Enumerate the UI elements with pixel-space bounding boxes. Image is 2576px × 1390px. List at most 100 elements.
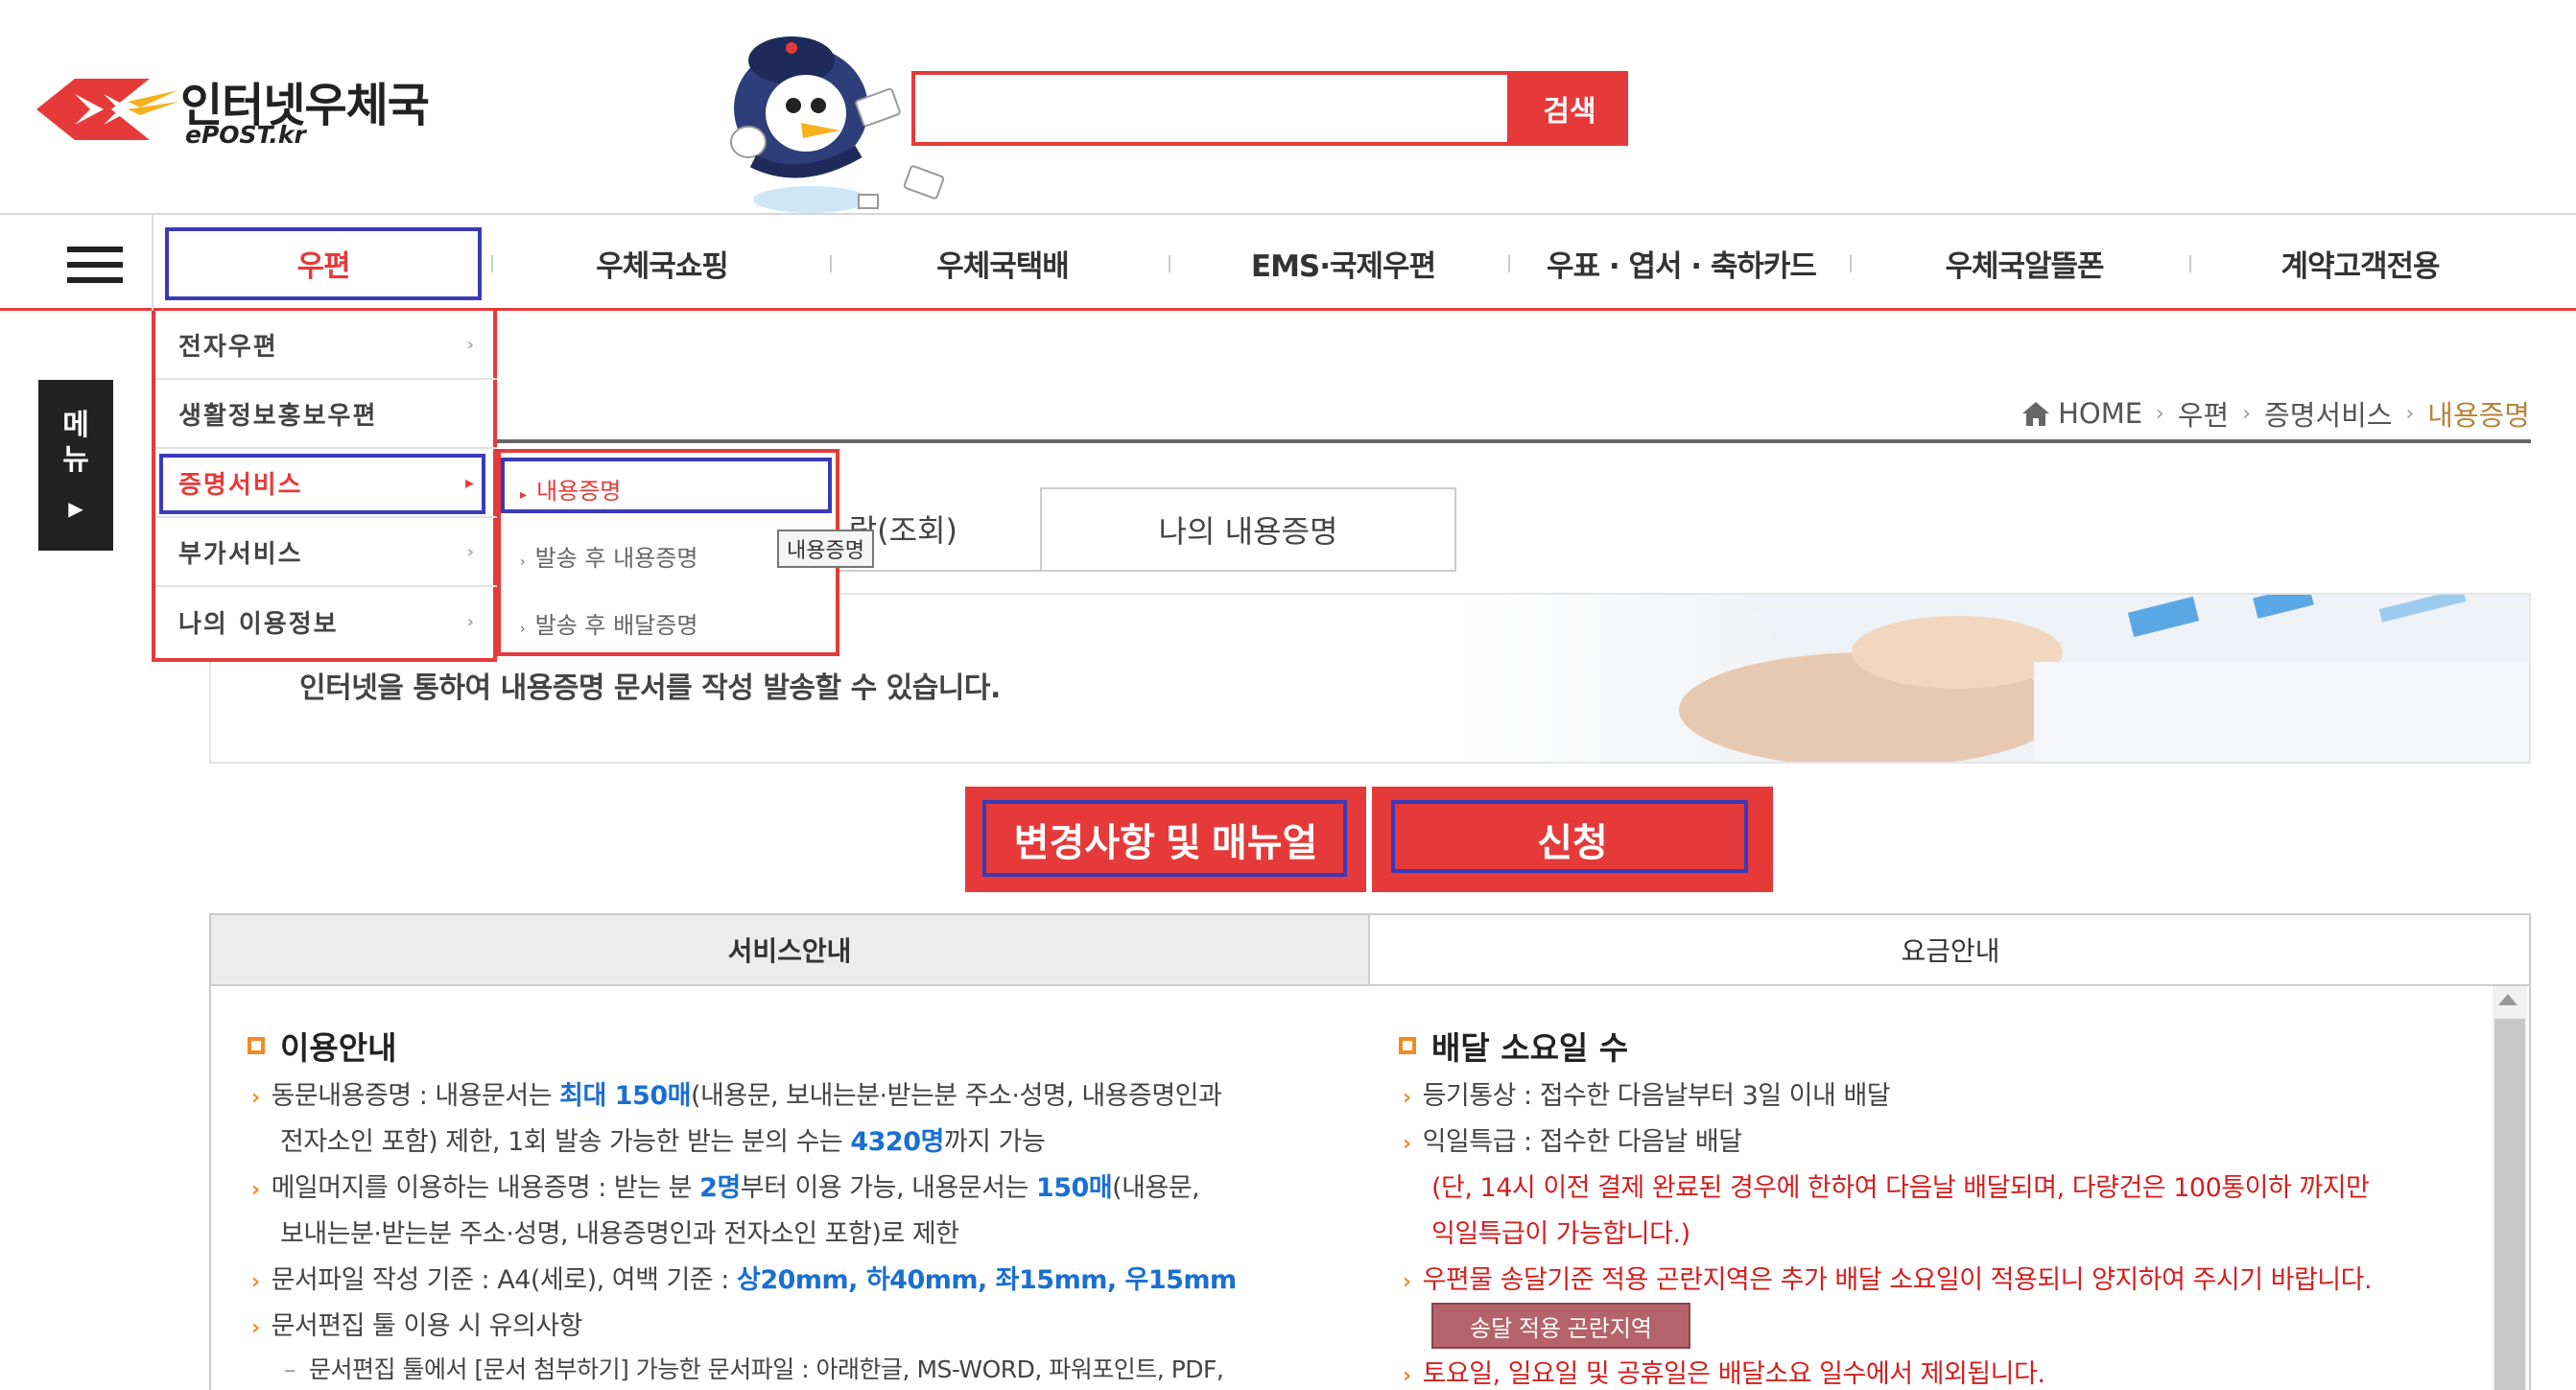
tab-my-certification[interactable]: 나의 내용증명 xyxy=(1040,487,1456,572)
gnb-item-mobile[interactable]: 우체국알뜰폰 xyxy=(1861,215,2187,311)
submenu-item-label: 발송 후 내용증명 xyxy=(534,545,698,572)
difficult-area-button[interactable]: 송달 적용 곤란지역 xyxy=(1431,1303,1690,1349)
delivery-line-2: › 익일특급 : 접수한 다음날 배달 xyxy=(1403,1120,1742,1158)
delivery-text: 우편물 송달기준 적용 곤란지역은 추가 배달 소요일이 적용되니 양지하여 주… xyxy=(1422,1265,2373,1295)
usage-text: 문서편집 툴 이용 시 유의사항 xyxy=(271,1311,583,1341)
chevron-right-icon: › xyxy=(1403,1364,1411,1388)
chevron-right-icon: › xyxy=(520,622,526,637)
usage-highlight: 4320명 xyxy=(850,1127,944,1157)
dropdown-item-label: 부가서비스 xyxy=(178,539,303,569)
usage-text: 부터 이용 가능, 내용문서는 xyxy=(740,1173,1036,1203)
breadcrumb-post[interactable]: 우편 xyxy=(2178,393,2229,434)
chevron-right-icon: › xyxy=(466,611,476,632)
usage-text: 까지 가능 xyxy=(943,1127,1046,1157)
delivery-text: 등기통상 : 접수한 다음날부터 3일 이내 배달 xyxy=(1422,1081,1891,1111)
usage-line-7: – 문서편집 툴에서 [문서 첨부하기] 가능한 문서파일 : 아래한글, MS-… xyxy=(284,1351,1224,1385)
usage-text: 메일머지를 이용하는 내용증명 : 받는 분 xyxy=(271,1173,700,1203)
delivery-title-text: 배달 소요일 수 xyxy=(1431,1029,1629,1067)
dropdown-item-email-post[interactable]: 전자우편 › xyxy=(155,311,497,380)
gnb-divider xyxy=(1850,255,1852,272)
info-tabs: 서비스안내 요금안내 xyxy=(209,913,2531,986)
dropdown-item-label: 전자우편 xyxy=(178,332,278,362)
delivery-text: 익일특급 : 접수한 다음날 배달 xyxy=(1422,1127,1743,1157)
usage-line-5: › 문서파일 작성 기준 : A4(세로), 여백 기준 : 상20mm, 하40… xyxy=(251,1259,1237,1296)
usage-text: (내용문, xyxy=(1112,1173,1200,1203)
breadcrumb-rule xyxy=(209,439,2531,443)
chevron-right-icon: › xyxy=(1403,1086,1411,1110)
usage-section-title: 이용안내 xyxy=(248,1023,396,1069)
gnb-divider xyxy=(830,255,832,272)
gnb-divider xyxy=(1508,255,1510,272)
tab-service-info[interactable]: 서비스안내 xyxy=(211,915,1370,984)
dropdown-item-label: 나의 이용정보 xyxy=(178,609,339,639)
breadcrumb: HOME › 우편 › 증명서비스 › 내용증명 xyxy=(2021,393,2530,434)
usage-line-6: › 문서편집 툴 이용 시 유의사항 xyxy=(251,1305,583,1342)
chevron-right-icon: › xyxy=(251,1086,260,1110)
chevron-right-icon: › xyxy=(466,541,476,562)
submenu-item-after-delivery-cert[interactable]: › 발송 후 배달증명 xyxy=(520,606,697,640)
breadcrumb-certification[interactable]: 증명서비스 xyxy=(2264,393,2392,434)
delivery-line-5: › 우편물 송달기준 적용 곤란지역은 추가 배달 소요일이 적용되니 양지하여 … xyxy=(1403,1259,2373,1296)
tab-fee-info[interactable]: 요금안내 xyxy=(1372,915,2529,984)
usage-text: 전자소인 포함) 제한, 1회 발송 가능한 받는 분의 수는 xyxy=(280,1127,851,1157)
dropdown-item-my-info[interactable]: 나의 이용정보 › xyxy=(155,587,497,656)
usage-line-2: 전자소인 포함) 제한, 1회 발송 가능한 받는 분의 수는 4320명까지 … xyxy=(280,1120,1046,1158)
square-bullet-icon xyxy=(248,1037,265,1054)
epost-logo[interactable]: 인터넷우체국 ePOST.kr xyxy=(36,67,439,158)
chevron-right-icon: › xyxy=(251,1178,260,1202)
delivery-line-6: › 토요일, 일요일 및 공휴일은 배달소요 일수에서 제외됩니다. xyxy=(1403,1353,2045,1390)
chevron-right-icon: › xyxy=(1403,1270,1411,1294)
usage-line-4: 보내는분·받는분 주소·성명, 내용증명인과 전자소인 포함)로 제한 xyxy=(280,1219,959,1249)
submenu-item-after-content-cert[interactable]: › 발송 후 내용증명 xyxy=(520,539,697,573)
chevron-right-icon: › xyxy=(466,334,476,355)
delivery-line-3: (단, 14시 이전 결제 완료된 경우에 한하여 다음날 배달되며, 다량건은… xyxy=(1431,1173,2370,1203)
delivery-line-4: 익일특급이 가능합니다.) xyxy=(1431,1219,1690,1249)
square-bullet-icon xyxy=(1399,1037,1416,1054)
dropdown-item-life-info[interactable]: 생활정보홍보우편 xyxy=(155,380,497,449)
gnb-item-parcel[interactable]: 우체국택배 xyxy=(849,215,1156,311)
manual-button-highlight xyxy=(982,800,1347,877)
tooltip: 내용증명 xyxy=(777,530,874,568)
scroll-up-icon[interactable] xyxy=(2498,994,2517,1005)
chevron-right-icon: › xyxy=(251,1270,260,1294)
chevron-right-icon: › xyxy=(2156,401,2164,426)
apply-button-highlight xyxy=(1391,800,1748,873)
gnb-item-stamps[interactable]: 우표 · 엽서 · 축하카드 xyxy=(1516,215,1847,311)
scroll-thumb[interactable] xyxy=(2494,1019,2525,1390)
logo-mark-icon xyxy=(36,79,178,140)
dropdown-item-label: 생활정보홍보우편 xyxy=(178,401,378,431)
chevron-right-icon: › xyxy=(2242,401,2252,426)
home-icon xyxy=(2022,402,2050,426)
usage-title-text: 이용안내 xyxy=(280,1029,397,1067)
banner-description: 인터넷을 통하여 내용증명 문서를 작성 발송할 수 있습니다. xyxy=(299,671,1001,705)
side-menu-label: 메뉴 xyxy=(62,409,89,477)
search-input[interactable] xyxy=(911,71,1511,146)
gnb-item-shopping[interactable]: 우체국쇼핑 xyxy=(508,215,815,311)
hand-document-illustration xyxy=(1458,595,2529,762)
usage-highlight: 2명 xyxy=(699,1173,741,1203)
usage-highlight: 상20mm, 하40mm, 좌15mm, 우15mm xyxy=(737,1265,1237,1295)
submenu-active-highlight xyxy=(501,458,832,513)
delivery-text: 토요일, 일요일 및 공휴일은 배달소요 일수에서 제외됩니다. xyxy=(1422,1359,2045,1389)
usage-text: (내용문, 보내는분·받는분 주소·성명, 내용증명인과 xyxy=(690,1081,1222,1111)
submenu-item-label: 발송 후 배달증명 xyxy=(534,612,698,639)
gnb-active-highlight xyxy=(165,227,482,300)
breadcrumb-current: 내용증명 xyxy=(2427,399,2530,432)
search-button[interactable]: 검색 xyxy=(1511,71,1628,146)
gnb-item-contract[interactable]: 계약고객전용 xyxy=(2197,215,2523,311)
breadcrumb-home[interactable]: HOME xyxy=(2058,397,2142,430)
dropdown-active-highlight xyxy=(159,454,485,514)
gnb-item-ems[interactable]: EMS·국제우편 xyxy=(1185,215,1501,311)
dropdown-item-additional[interactable]: 부가서비스 › xyxy=(155,518,497,587)
site-header: 인터넷우체국 ePOST.kr 검색 xyxy=(0,0,2576,215)
usage-text: 문서편집 툴에서 [문서 첨부하기] 가능한 문서파일 : 아래한글, MS-W… xyxy=(309,1355,1224,1383)
side-menu-tab[interactable]: 메뉴 ▶ xyxy=(38,380,113,551)
gnb-divider xyxy=(152,215,154,311)
logo-subtitle: ePOST.kr xyxy=(185,121,306,149)
gnb-divider xyxy=(491,255,493,272)
chevron-right-icon: › xyxy=(251,1316,260,1340)
hamburger-menu-icon[interactable] xyxy=(67,247,123,283)
chevron-right-icon: › xyxy=(1403,1132,1411,1156)
arrow-right-icon: ▶ xyxy=(68,497,83,520)
usage-highlight: 최대 150매 xyxy=(559,1081,691,1111)
